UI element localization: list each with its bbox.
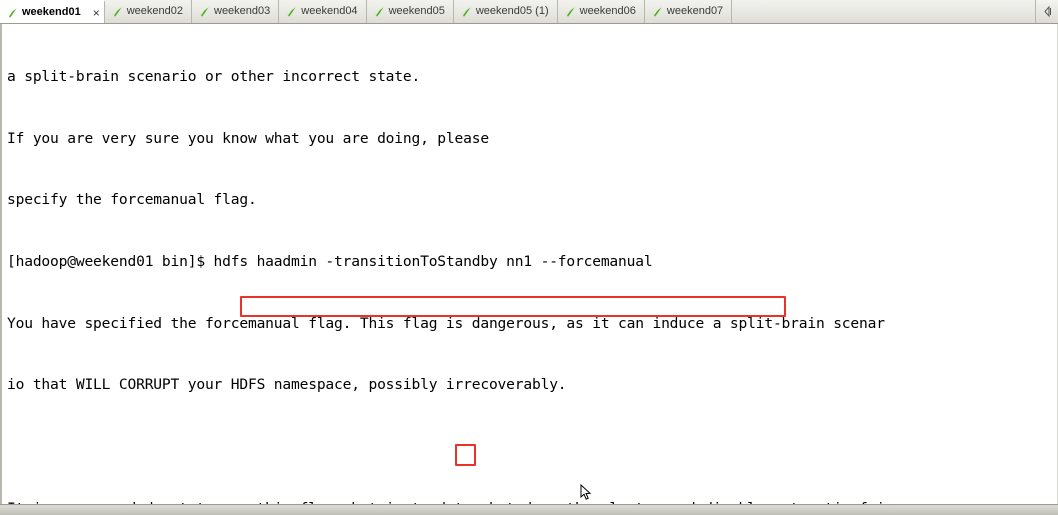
terminal-line: If you are very sure you know what you a…	[7, 129, 489, 147]
terminal-application-window: weekend01 × weekend02 weekend03 weekend0…	[0, 0, 1058, 515]
scroll-left-icon[interactable]	[1035, 0, 1058, 23]
terminal-line: [hadoop@weekend01 bin]$ hdfs haadmin -tr…	[7, 253, 653, 271]
tab-label: weekend05	[388, 5, 445, 17]
tab-bar: weekend01 × weekend02 weekend03 weekend0…	[0, 0, 1058, 24]
terminal-line: a split-brain scenario or other incorrec…	[7, 68, 421, 86]
tab-weekend06[interactable]: weekend06	[558, 0, 645, 23]
tab-label: weekend02	[126, 5, 183, 17]
tab-weekend07[interactable]: weekend07	[645, 0, 733, 23]
terminal-line: You have specified the forcemanual flag.…	[7, 314, 885, 332]
tab-weekend01[interactable]: weekend01 ×	[0, 0, 105, 23]
green-check-icon	[285, 6, 297, 18]
terminal-output-pane[interactable]: a split-brain scenario or other incorrec…	[0, 24, 1058, 504]
green-check-icon	[198, 6, 210, 18]
tab-label: weekend01	[22, 6, 81, 18]
tab-weekend05[interactable]: weekend05	[367, 0, 454, 23]
close-icon[interactable]: ×	[93, 7, 100, 19]
tab-weekend04[interactable]: weekend04	[279, 0, 367, 23]
green-check-icon	[373, 6, 385, 18]
green-check-icon	[6, 7, 18, 19]
tab-label: weekend05 (1)	[475, 5, 549, 17]
terminal-line: It is recommended not to use this flag, …	[7, 499, 1057, 504]
green-check-icon	[651, 6, 663, 18]
tab-label: weekend06	[579, 5, 636, 17]
tab-label: weekend04	[301, 5, 358, 17]
green-check-icon	[564, 6, 576, 18]
tab-label: weekend07	[666, 5, 724, 17]
terminal-text: a split-brain scenario or other incorrec…	[7, 26, 1057, 504]
tab-weekend03[interactable]: weekend03	[192, 0, 280, 23]
green-check-icon	[460, 6, 472, 18]
green-check-icon	[111, 6, 123, 18]
terminal-line: specify the forcemanual flag.	[7, 191, 257, 209]
status-bar	[0, 504, 1058, 515]
tab-weekend02[interactable]: weekend02	[105, 0, 192, 23]
terminal-line: io that WILL CORRUPT your HDFS namespace…	[7, 376, 567, 394]
tab-label: weekend03	[214, 5, 271, 17]
tab-weekend05-1[interactable]: weekend05 (1)	[454, 0, 558, 23]
